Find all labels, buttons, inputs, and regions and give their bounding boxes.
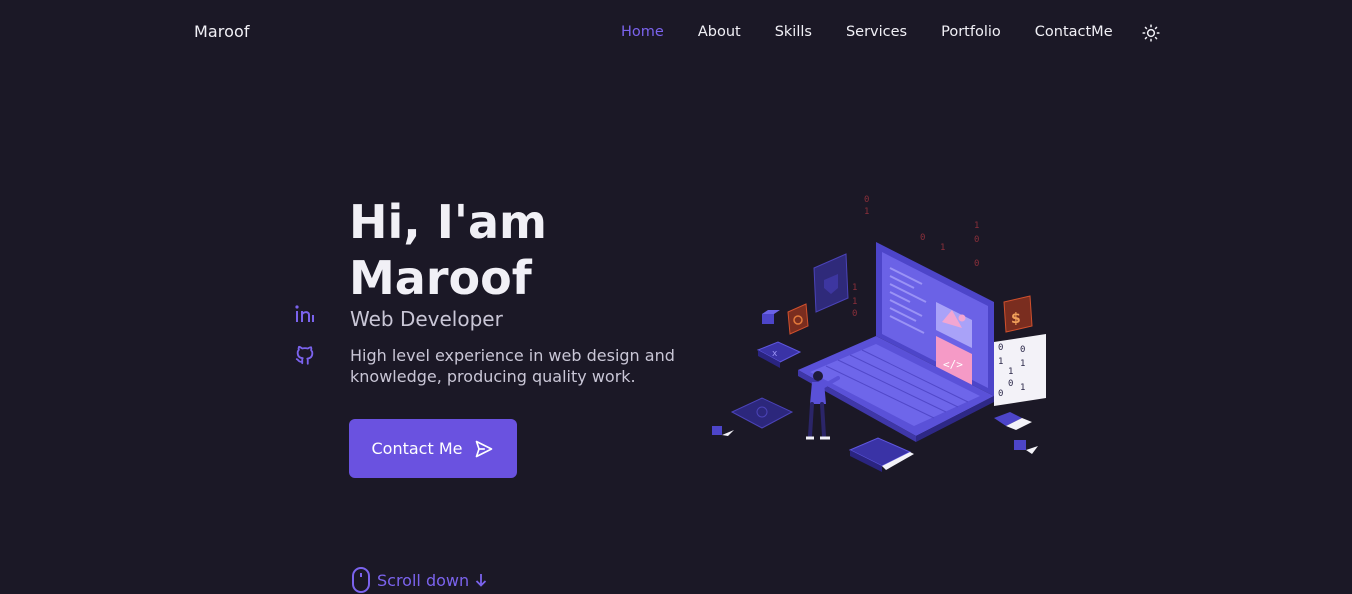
nav-link-home[interactable]: Home — [621, 24, 664, 40]
binary-digit: 0 — [920, 233, 925, 243]
nav-link-about[interactable]: About — [698, 24, 741, 40]
scroll-down-label: Scroll down — [377, 570, 470, 590]
developer-laptop-illustration: 0 1 0 1 1 0 0 1 1 0 $ 00 11 10 01 </> x — [706, 190, 1052, 480]
svg-text:$: $ — [1011, 311, 1021, 327]
nav-link-skills[interactable]: Skills — [775, 24, 812, 40]
contact-me-button[interactable]: Contact Me — [349, 419, 517, 478]
github-icon — [295, 345, 314, 365]
svg-text:0: 0 — [1008, 379, 1013, 389]
arrow-down-icon — [475, 574, 487, 587]
svg-text:1: 1 — [1020, 359, 1025, 369]
binary-digit: 1 — [852, 297, 857, 307]
binary-digit: 0 — [864, 195, 869, 205]
github-link[interactable] — [294, 344, 316, 370]
svg-text:1: 1 — [998, 357, 1003, 367]
binary-digit: 1 — [940, 243, 945, 253]
hero-title: Hi, I'am Maroof — [349, 194, 669, 306]
binary-digit: 1 — [864, 207, 869, 217]
svg-text:0: 0 — [1020, 345, 1025, 355]
svg-text:0: 0 — [998, 389, 1003, 399]
main-nav: Home About Skills Services Portfolio Con… — [604, 24, 1130, 40]
sun-icon — [1142, 24, 1160, 42]
svg-text:1: 1 — [1008, 367, 1013, 377]
nav-link-services[interactable]: Services — [846, 24, 907, 40]
svg-text:</>: </> — [943, 358, 963, 371]
hero-title-greeting: Hi, I'am — [349, 195, 547, 249]
hero-description: High level experience in web design and … — [350, 346, 675, 386]
svg-text:0: 0 — [998, 343, 1003, 353]
contact-me-label: Contact Me — [371, 439, 463, 458]
svg-text:x: x — [772, 349, 778, 359]
site-logo[interactable]: Maroof — [194, 22, 250, 41]
theme-toggle-button[interactable] — [1142, 24, 1160, 42]
binary-digit: 1 — [974, 221, 979, 231]
svg-text:1: 1 — [1020, 383, 1025, 393]
scroll-down-link[interactable]: Scroll down — [351, 566, 487, 594]
hero-title-name: Maroof — [349, 251, 532, 305]
send-icon — [476, 440, 493, 457]
mouse-icon — [352, 567, 370, 593]
binary-digit: 1 — [852, 283, 857, 293]
binary-digit: 0 — [852, 309, 857, 319]
nav-link-contactme[interactable]: ContactMe — [1035, 24, 1113, 40]
binary-digit: 0 — [974, 235, 979, 245]
linkedin-link[interactable] — [294, 304, 316, 328]
linkedin-icon — [295, 305, 314, 322]
site-header: Maroof Home About Skills Services Portfo… — [0, 0, 1352, 70]
nav-link-portfolio[interactable]: Portfolio — [941, 24, 1001, 40]
illustration-svg: 0 1 0 1 1 0 0 1 1 0 $ 00 11 10 01 </> x — [712, 195, 1046, 472]
hero-subtitle: Web Developer — [350, 307, 503, 331]
binary-digit: 0 — [974, 259, 979, 269]
